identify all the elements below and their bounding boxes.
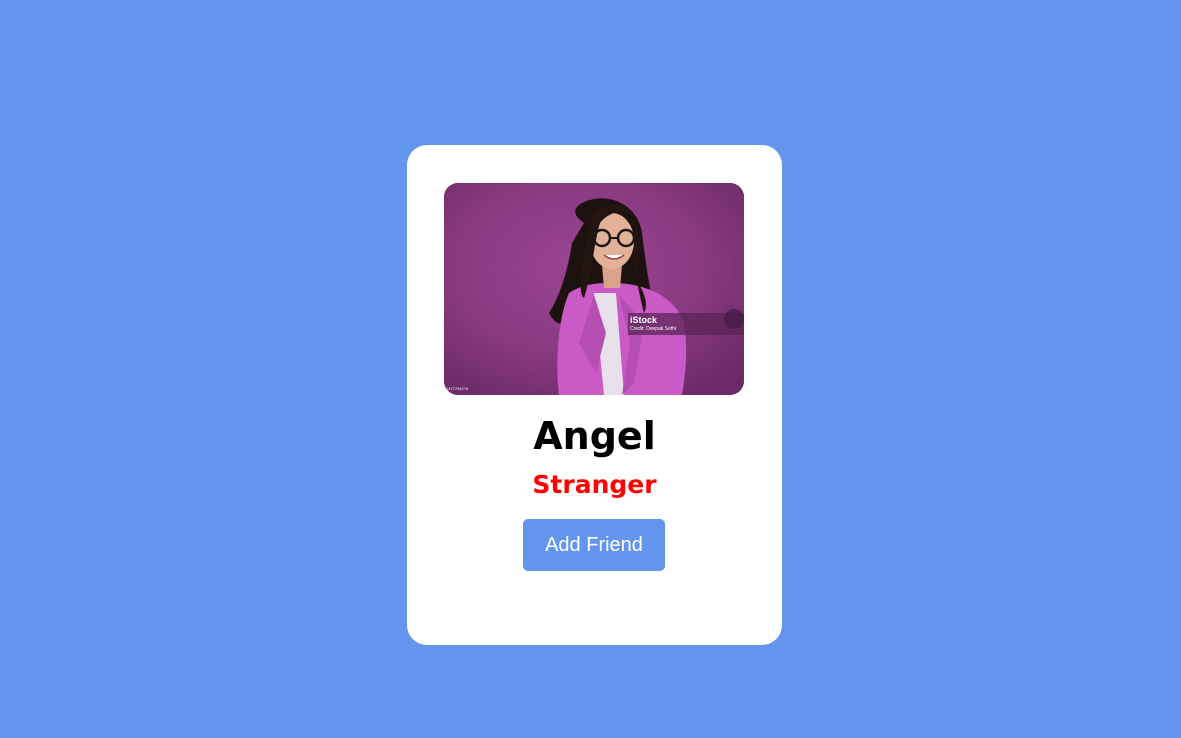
profile-card: iStock Credit: Deepak Sethi 1477794278 A…	[407, 145, 782, 645]
profile-name: Angel	[533, 414, 656, 458]
photo-credit: Credit: Deepak Sethi	[630, 326, 677, 332]
photo-id: 1477794278	[446, 386, 469, 391]
friend-status: Stranger	[532, 470, 657, 499]
profile-photo: iStock Credit: Deepak Sethi 1477794278	[444, 183, 744, 395]
photo-watermark: iStock	[630, 315, 658, 325]
add-friend-button[interactable]: Add Friend	[523, 519, 665, 571]
